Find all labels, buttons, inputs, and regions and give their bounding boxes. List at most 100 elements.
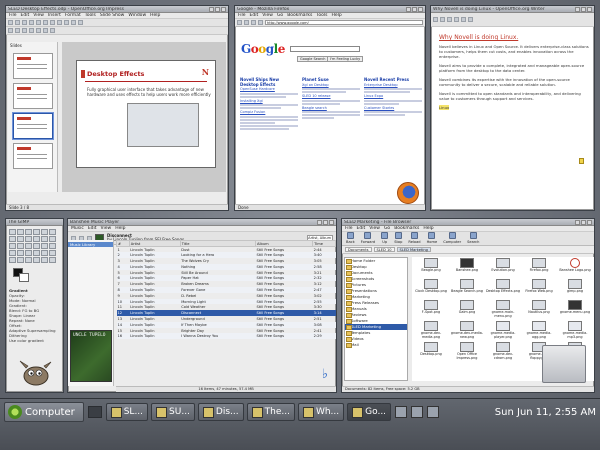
file-item[interactable]: Banshee Logo.png (557, 258, 593, 279)
task-button[interactable]: SU... (151, 403, 195, 421)
show-desktop-icon[interactable] (87, 406, 102, 418)
copy-icon[interactable] (43, 20, 48, 25)
flip-tool-icon[interactable] (41, 243, 48, 249)
slide-thumb[interactable] (13, 143, 53, 169)
url-input[interactable]: http://www.google.com/ (265, 20, 423, 25)
close-icon[interactable] (221, 6, 226, 12)
menu-edit[interactable]: Edit (250, 13, 259, 18)
close-icon[interactable] (418, 6, 423, 12)
print-icon[interactable] (447, 17, 452, 22)
up-button[interactable]: Up (381, 232, 389, 244)
underline-icon[interactable] (22, 28, 27, 33)
maximize-icon[interactable] (412, 6, 417, 12)
minimize-icon[interactable] (209, 6, 214, 12)
note-icon[interactable] (579, 158, 584, 164)
blend-tool-icon[interactable] (17, 250, 24, 256)
slide-thumb[interactable] (13, 83, 53, 109)
home-icon[interactable] (258, 20, 263, 25)
file-browser-window[interactable]: SLED Marketing - File Browser File Edit … (341, 218, 595, 393)
reload-button[interactable]: Reload (408, 232, 421, 244)
file-item[interactable]: gnome-media-mp3.png (557, 321, 593, 342)
file-item[interactable]: Beagle Search.png (449, 279, 485, 300)
search-button[interactable]: Search (467, 232, 479, 244)
file-item[interactable]: Desktop.png (413, 342, 449, 363)
file-item[interactable]: gimp.png (557, 279, 593, 300)
back-button[interactable]: Back (346, 232, 355, 244)
menu-bookmarks[interactable]: Bookmarks (287, 13, 312, 18)
menu-tools[interactable]: Tools (85, 13, 96, 18)
menu-bookmarks[interactable]: Bookmarks (394, 226, 419, 231)
menu-insert[interactable]: Insert (48, 13, 61, 18)
cut-icon[interactable] (36, 20, 41, 25)
scale-tool-icon[interactable] (17, 243, 24, 249)
paintbrush-tool-icon[interactable] (33, 250, 40, 256)
file-item[interactable]: gnome-menu.png (557, 300, 593, 321)
folder-tree-item[interactable]: Mail (345, 342, 407, 348)
maximize-icon[interactable] (581, 219, 586, 225)
heal-tool-icon[interactable] (25, 257, 32, 263)
music-titlebar[interactable]: Banshee Music Player (68, 219, 336, 226)
minimize-icon[interactable] (406, 6, 411, 12)
path-segment[interactable]: Documents (345, 247, 372, 252)
browser-window[interactable]: Google - Mozilla Firefox File Edit View … (234, 5, 426, 211)
align-right-icon[interactable] (43, 28, 48, 33)
menu-view[interactable]: View (262, 13, 273, 18)
news-link[interactable]: Compiz Fusion (240, 110, 298, 115)
rotate-tool-icon[interactable] (9, 243, 16, 249)
browser-titlebar[interactable]: Google - Mozilla Firefox (235, 6, 425, 13)
file-item[interactable]: Banshee.png (449, 258, 485, 279)
files-titlebar[interactable]: SLED Marketing - File Browser (342, 219, 594, 226)
file-item[interactable]: F-Spot.png (413, 300, 449, 321)
file-item[interactable]: gnome-dev-cdrom.png (485, 342, 521, 363)
scissors-tool-icon[interactable] (49, 229, 56, 235)
color-swatches[interactable] (9, 268, 60, 286)
menu-help[interactable]: Help (331, 13, 341, 18)
file-item[interactable]: Gaim.png (449, 300, 485, 321)
close-icon[interactable] (587, 6, 592, 12)
chart-icon[interactable] (71, 20, 76, 25)
fuzzy-select-tool-icon[interactable] (33, 229, 40, 235)
minimize-icon[interactable] (317, 219, 322, 225)
news-link[interactable]: Xgl on Desktop (302, 83, 360, 88)
zoom-tool-icon[interactable] (25, 236, 32, 242)
menu-help[interactable]: Help (150, 13, 160, 18)
clone-tool-icon[interactable] (17, 257, 24, 263)
slide-thumb-selected[interactable] (13, 113, 53, 139)
computer-button[interactable]: Computer (443, 232, 461, 244)
gimp-toolbox-window[interactable]: The GIMP Gradient Opacity: Mode: Normal … (5, 218, 64, 393)
menu-edit[interactable]: Edit (88, 226, 97, 231)
maximize-icon[interactable] (581, 6, 586, 12)
file-item[interactable]: Firefox.png (521, 258, 557, 279)
menu-help[interactable]: Help (115, 226, 125, 231)
news-link[interactable]: Beagle search (302, 106, 360, 111)
home-button[interactable]: Home (427, 232, 437, 244)
forward-button[interactable]: Forward (361, 232, 375, 244)
google-search-button[interactable]: Google Search (297, 56, 329, 62)
news-link[interactable]: SLED 10 release (302, 94, 360, 99)
file-item[interactable]: gnome-dev-media.png (413, 321, 449, 342)
impress-window[interactable]: SLED Desktop Effects.odp - OpenOffice.or… (5, 5, 229, 211)
undo-icon[interactable] (461, 17, 466, 22)
writer-window[interactable]: Why Novell is doing Linux - OpenOffice.o… (430, 5, 595, 211)
file-item[interactable]: Clock Desktop.png (413, 279, 449, 300)
menu-window[interactable]: Window (128, 13, 146, 18)
perspective-tool-icon[interactable] (33, 243, 40, 249)
option-color-gradient[interactable]: Use color gradient (9, 338, 60, 343)
file-item[interactable]: Desktop Effects.png (485, 279, 521, 300)
minimize-icon[interactable] (575, 219, 580, 225)
clock[interactable]: Sun Jun 11, 2:55 AM (495, 407, 596, 418)
news-link[interactable]: Installing Xgl (240, 99, 298, 104)
slide[interactable]: Desktop Effects N Fully graphical user i… (76, 60, 216, 168)
menu-file[interactable]: File (238, 13, 246, 18)
document-body[interactable]: Novell believes in Linux and Open Source… (439, 44, 589, 110)
paths-tool-icon[interactable] (9, 236, 16, 242)
slide-canvas[interactable]: Desktop Effects N Fully graphical user i… (62, 42, 226, 192)
file-item[interactable]: Evolution.png (485, 258, 521, 279)
impress-titlebar[interactable]: SLED Desktop Effects.odp - OpenOffice.or… (6, 6, 228, 13)
menu-slideshow[interactable]: Slide Show (100, 13, 125, 18)
redo-icon[interactable] (64, 20, 69, 25)
save-icon[interactable] (22, 20, 27, 25)
task-button[interactable]: Wh... (297, 403, 345, 421)
redo-icon[interactable] (468, 17, 473, 22)
file-item[interactable]: Beagle.png (413, 258, 449, 279)
